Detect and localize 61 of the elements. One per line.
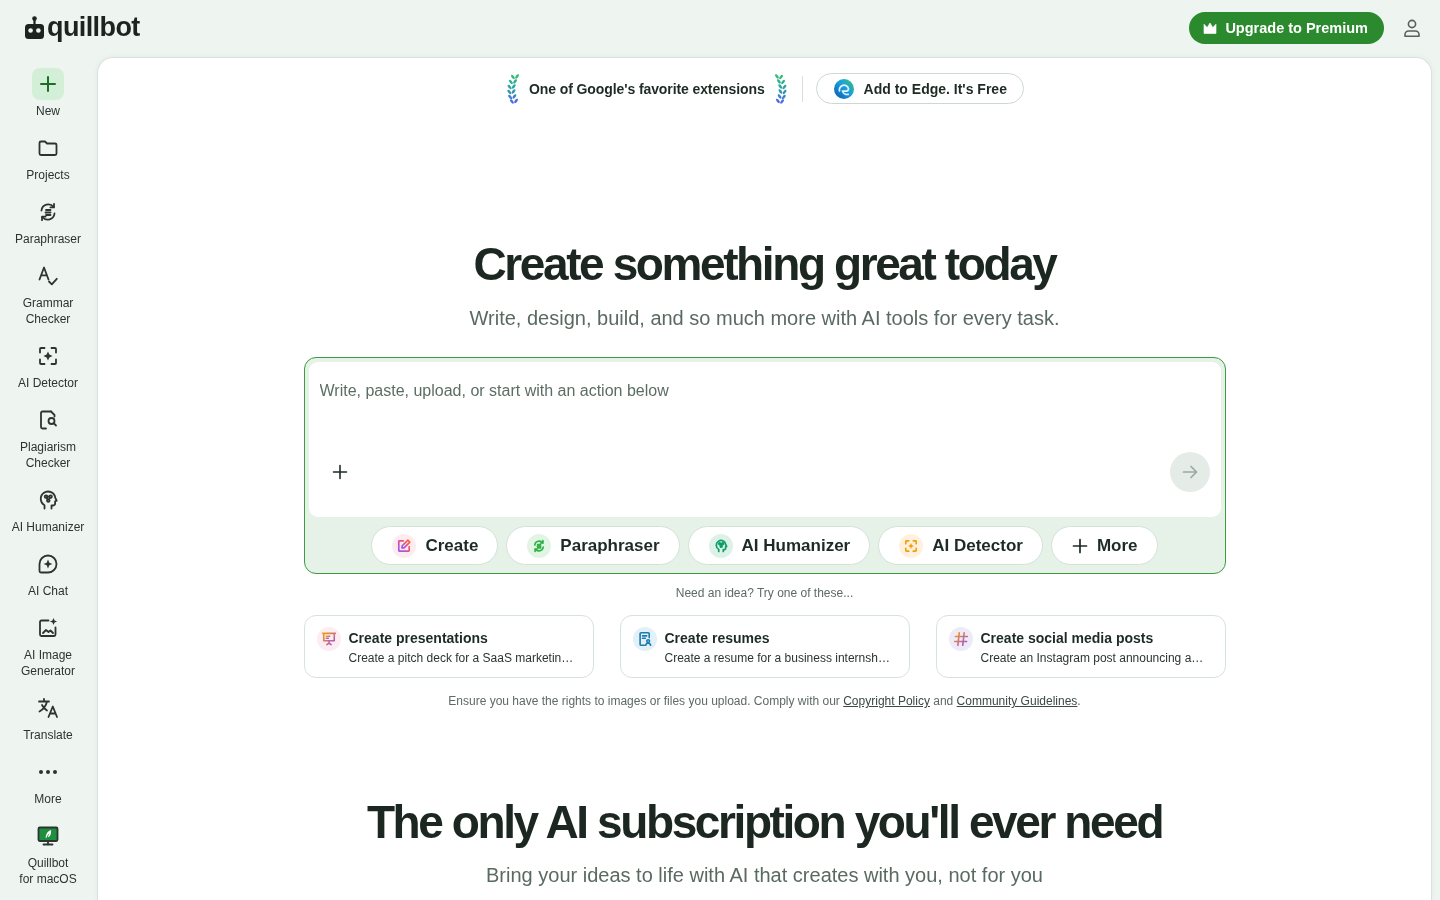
hero-subtitle: Write, design, build, and so much more with AI tools for every task.: [469, 306, 1060, 331]
robot-logo-icon: [25, 16, 44, 40]
browser-logo-icon: [833, 78, 854, 99]
policy-link[interactable]: Copyright Policy: [843, 694, 930, 708]
sidebar-item[interactable]: New: [0, 68, 96, 119]
sidebar-item[interactable]: AI Chat: [0, 552, 96, 599]
action-chip[interactable]: Paraphraser: [506, 526, 680, 565]
card-description: Create a resume for a business internsh…: [664, 650, 890, 666]
suggestion-card[interactable]: Create presentations Create a pitch deck for a SaaS marketin…: [303, 615, 594, 678]
translate-icon: [36, 696, 60, 720]
action-chip[interactable]: More: [1050, 526, 1158, 565]
resume-document-icon: [632, 627, 657, 651]
laurel-icon: [505, 72, 522, 105]
chat-bubble-icon: [36, 552, 60, 576]
suggestion-card[interactable]: Create resumes Create a resume for a business internsh…: [619, 615, 910, 678]
card-description: Create an Instagram post announcing a…: [980, 650, 1204, 666]
sparkle-frame-icon: [899, 533, 924, 558]
sidebar-item[interactable]: AI Humanizer: [0, 488, 96, 535]
sidebar-item[interactable]: More: [0, 760, 96, 807]
laurel-icon: [772, 72, 789, 105]
card-title: Create presentations: [348, 629, 489, 647]
action-chip[interactable]: AI Detector: [878, 526, 1043, 565]
sparkle-frame-icon: [36, 344, 60, 368]
plus-icon: [331, 464, 348, 480]
sidebar-item[interactable]: Translate: [0, 696, 96, 743]
more-dots-icon: [39, 770, 57, 774]
sidebar-item[interactable]: AI Image Generator: [0, 616, 96, 679]
sidebar-item[interactable]: Quillbot for macOS: [0, 824, 96, 887]
monitor-icon: [36, 824, 60, 848]
prompt-field[interactable]: Write, paste, upload, or start with an action below: [308, 362, 1221, 517]
upgrade-button[interactable]: Upgrade to Premium: [1189, 12, 1384, 44]
card-description: Create a pitch deck for a SaaS marketin…: [348, 650, 574, 666]
sidebar-item[interactable]: Grammar Checker: [0, 264, 96, 327]
hashtag-icon: [948, 627, 973, 651]
section-title: The only AI subscription you'll ever need: [366, 796, 1163, 848]
upload-notice: Ensure you have the rights to images or files you upload. Comply with our Copyright Policy and Community Guidelines.: [448, 693, 1081, 709]
plus-icon: [32, 68, 64, 100]
hero-title: Create something great today: [473, 238, 1056, 290]
card-title: Create social media posts: [980, 629, 1155, 647]
sidebar-item[interactable]: Projects: [0, 136, 96, 183]
add-to-edge-button[interactable]: Add to Edge. It's Free: [815, 73, 1024, 104]
image-sparkle-icon: [36, 616, 60, 640]
ideas-prompt: Need an idea? Try one of these...: [675, 585, 854, 601]
sidebar-item[interactable]: AI Detector: [0, 344, 96, 391]
plus-icon: [1071, 537, 1088, 554]
action-chip[interactable]: Create: [371, 526, 499, 565]
cycle-arrows-icon: [527, 533, 552, 558]
sidebar-item[interactable]: Paraphraser: [0, 200, 96, 247]
crown-icon: [1203, 22, 1218, 34]
prompt-input[interactable]: Write, paste, upload, or start with an action below: [319, 380, 1210, 452]
sidebar-item[interactable]: Plagiarism Checker: [0, 408, 96, 471]
logo-wordmark[interactable]: quillbot: [47, 13, 140, 41]
account-icon[interactable]: [1402, 18, 1422, 38]
award-text: One of Google's favorite extensions: [529, 80, 765, 97]
presentation-board-icon: [316, 627, 341, 651]
card-title: Create resumes: [664, 629, 771, 647]
head-nodes-icon: [708, 533, 733, 558]
action-chip[interactable]: AI Humanizer: [687, 526, 871, 565]
section-subtitle: Bring your ideas to life with AI that creates with you, not for you: [486, 863, 1043, 888]
letter-check-icon: [36, 264, 60, 288]
suggestion-card[interactable]: Create social media posts Create an Instagram post announcing a…: [935, 615, 1226, 678]
